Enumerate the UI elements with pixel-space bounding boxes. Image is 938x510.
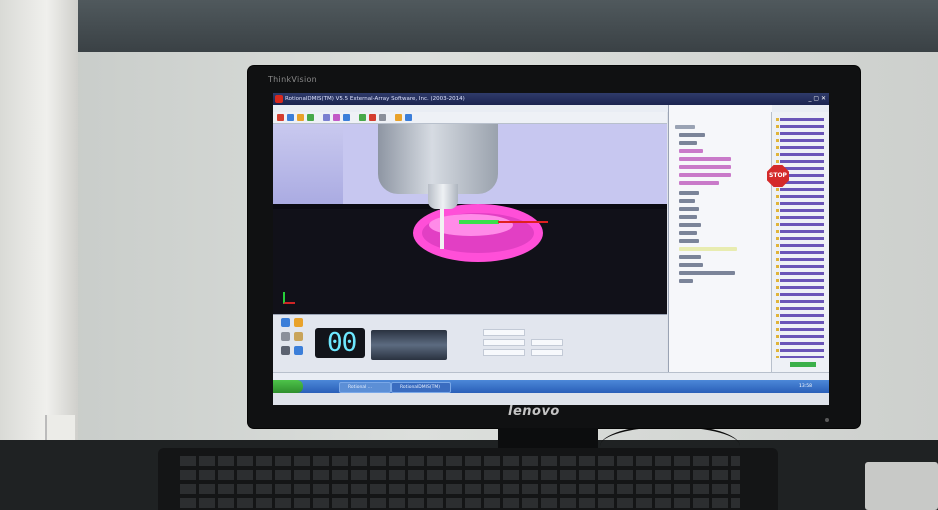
tree-item[interactable]: [679, 263, 703, 267]
progress-display: [371, 330, 447, 360]
taskbar-clock: 13:58: [799, 384, 812, 389]
parameter-fields: [453, 329, 565, 365]
key-row: [180, 470, 740, 480]
tree-item[interactable]: [679, 207, 699, 211]
toolbar-tool-icon[interactable]: [369, 114, 376, 121]
toolbar-tool-icon[interactable]: [343, 114, 350, 121]
control-panel: 00: [273, 314, 667, 373]
tree-item[interactable]: [679, 149, 703, 153]
keyboard: [158, 448, 778, 510]
tree-item[interactable]: [679, 223, 701, 227]
toolbar: [273, 112, 667, 124]
desk-box: [865, 462, 938, 510]
log-markers: [776, 118, 779, 358]
tree-item[interactable]: [679, 239, 699, 243]
tree-item-selected[interactable]: [679, 247, 737, 251]
key-row: [180, 484, 740, 494]
tree-item[interactable]: [679, 133, 705, 137]
tree-item[interactable]: [679, 271, 735, 275]
start-button[interactable]: [273, 380, 303, 393]
tree-item[interactable]: [679, 231, 697, 235]
parameter-field[interactable]: [483, 339, 525, 346]
tree-item[interactable]: [679, 255, 701, 259]
tree-item[interactable]: [679, 141, 697, 145]
monitor-top-brand: ThinkVision: [268, 75, 318, 84]
power-led: [825, 418, 829, 422]
window-glass: [75, 0, 938, 52]
toolbar-tool-icon[interactable]: [307, 114, 314, 121]
parameter-field[interactable]: [531, 339, 563, 346]
toolbar-tool-icon[interactable]: [277, 114, 284, 121]
axis-gizmo-icon: [283, 292, 295, 304]
toolbar-tool-icon[interactable]: [379, 114, 386, 121]
tree-item[interactable]: [679, 165, 731, 169]
3d-viewport[interactable]: [273, 124, 667, 314]
probe-nose: [428, 184, 458, 209]
tool-path: [459, 220, 499, 224]
tree-item[interactable]: [679, 199, 695, 203]
key-row: [180, 456, 740, 466]
panel-tool-icon[interactable]: [294, 346, 303, 355]
app-titlebar: RotionalDMIS(TM) V5.5 External-Array Sof…: [273, 93, 829, 105]
x-axis-arrow: [498, 221, 548, 223]
parameter-field[interactable]: [483, 349, 525, 356]
taskbar-item[interactable]: Rotional ...: [339, 382, 391, 393]
panel-tool-icon[interactable]: [281, 318, 290, 327]
app-icon: [275, 95, 283, 103]
taskbar-item-active[interactable]: RotionalDMIS(TM): [391, 382, 451, 393]
tree-item[interactable]: [675, 125, 695, 129]
log-status-bar: [790, 362, 816, 367]
toolbar-tool-icon[interactable]: [333, 114, 340, 121]
parameter-field[interactable]: [483, 329, 525, 336]
toolbar-tool-icon[interactable]: [405, 114, 412, 121]
parameter-field[interactable]: [531, 349, 563, 356]
panel-tool-icon[interactable]: [281, 346, 290, 355]
monitor-brand-logo: lenovo: [508, 404, 560, 419]
toolbar-tool-icon[interactable]: [287, 114, 294, 121]
window-controls[interactable]: _ ▢ ✕: [808, 95, 826, 103]
counter-value: 00: [327, 328, 357, 358]
screen: RotionalDMIS(TM) V5.5 External-Array Sof…: [273, 93, 829, 405]
tree-item[interactable]: [679, 191, 699, 195]
panel-tool-icon[interactable]: [294, 332, 303, 341]
app-title: RotionalDMIS(TM) V5.5 External-Array Sof…: [285, 96, 465, 102]
program-tree[interactable]: [673, 125, 769, 365]
panel-tool-icon[interactable]: [281, 332, 290, 341]
toolbar-tool-icon[interactable]: [359, 114, 366, 121]
tree-item[interactable]: [679, 215, 697, 219]
toolbar-tool-icon[interactable]: [395, 114, 402, 121]
toolbar-tool-icon[interactable]: [297, 114, 304, 121]
panel-tool-icon[interactable]: [294, 318, 303, 327]
panel-icon-column: [281, 318, 307, 368]
log-lines: [780, 118, 824, 358]
key-row: [180, 498, 740, 508]
tree-item[interactable]: [679, 279, 693, 283]
toolbar-tool-icon[interactable]: [323, 114, 330, 121]
probe-stylus: [440, 209, 444, 249]
tree-item[interactable]: [679, 181, 719, 185]
output-log[interactable]: [771, 112, 829, 372]
tree-item[interactable]: [679, 157, 731, 161]
program-tree-pane: [668, 105, 772, 372]
tree-item[interactable]: [679, 173, 731, 177]
